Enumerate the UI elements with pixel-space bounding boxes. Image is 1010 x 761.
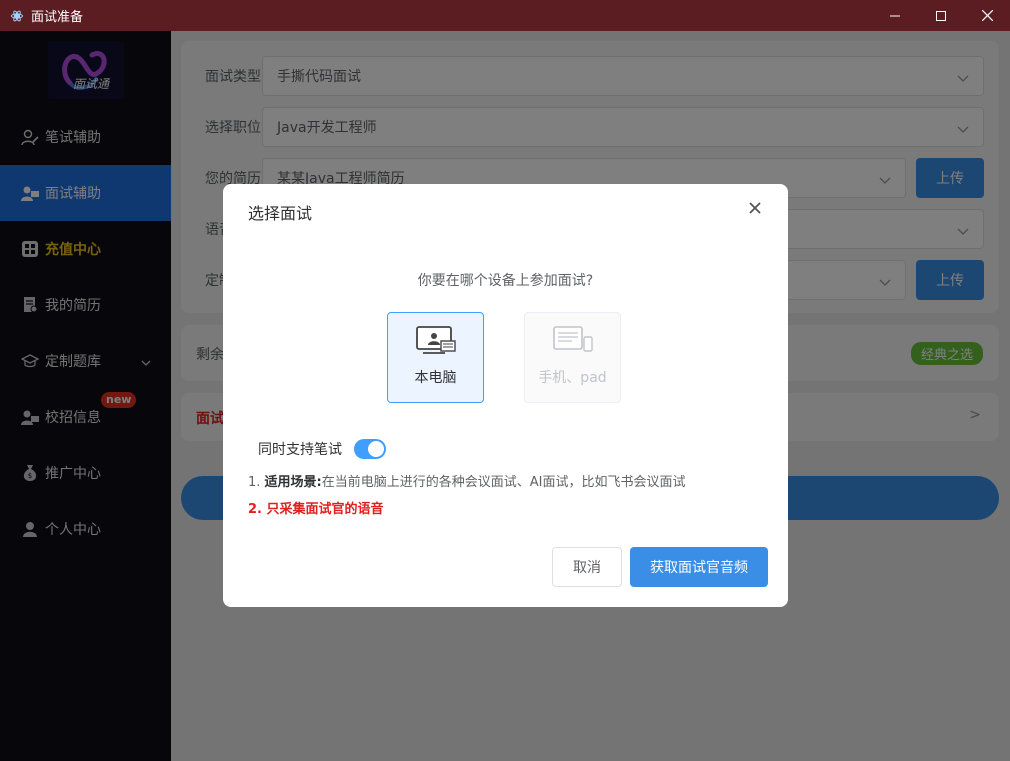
toggle-knob — [368, 441, 384, 457]
written-test-switch-row: 同时支持笔试 — [258, 438, 386, 460]
laptop-user-icon — [415, 325, 457, 357]
close-icon — [749, 202, 761, 214]
device-label: 本电脑 — [414, 370, 457, 386]
tablet-phone-icon — [552, 325, 594, 357]
device-label: 手机、pad — [538, 370, 607, 386]
close-icon — [981, 10, 993, 21]
app-icon — [10, 9, 24, 23]
select-interview-dialog: 选择面试 你要在哪个设备上参加面试? 本电脑 手机、pad 同时支持笔试 1. … — [223, 184, 788, 607]
cancel-button[interactable]: 取消 — [552, 547, 622, 587]
get-audio-button[interactable]: 获取面试官音频 — [630, 547, 768, 587]
maximize-button[interactable] — [918, 0, 964, 31]
voice-note: 2. 只采集面试官的语音 — [248, 502, 384, 517]
title-bar: 面试准备 — [0, 0, 1010, 31]
window-title: 面试准备 — [31, 10, 84, 25]
dialog-title: 选择面试 — [248, 204, 313, 223]
note-number: 1. — [248, 475, 265, 490]
usage-note: 1. 适用场景:在当前电脑上进行的各种会议面试、AI面试，比如飞书会议面试 — [248, 471, 685, 490]
switch-label: 同时支持笔试 — [258, 442, 342, 458]
dialog-close-button[interactable] — [748, 201, 762, 215]
device-option-mobile[interactable]: 手机、pad — [524, 312, 621, 403]
note-bold: 适用场景: — [264, 475, 322, 490]
minimize-button[interactable] — [872, 0, 918, 31]
close-window-button[interactable] — [964, 0, 1010, 31]
device-option-computer[interactable]: 本电脑 — [387, 312, 484, 403]
note-text: 在当前电脑上进行的各种会议面试、AI面试，比如飞书会议面试 — [321, 475, 686, 490]
minimize-icon — [890, 15, 900, 16]
device-question: 你要在哪个设备上参加面试? — [417, 273, 594, 289]
written-test-toggle[interactable] — [354, 439, 386, 459]
maximize-icon — [936, 10, 946, 21]
